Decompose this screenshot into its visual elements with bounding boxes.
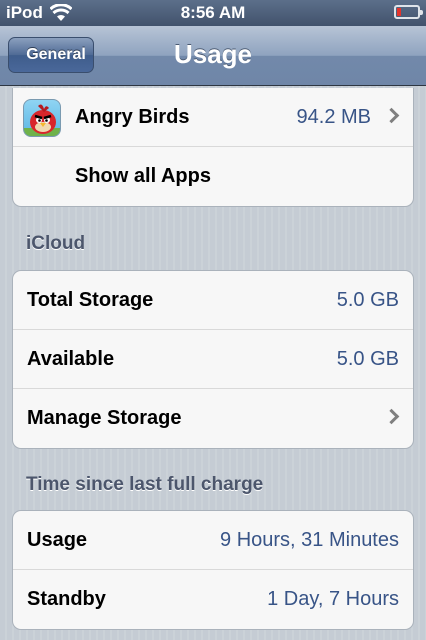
manage-storage-row[interactable]: Manage Storage <box>13 389 413 448</box>
available-row: Available 5.0 GB <box>13 330 413 389</box>
app-name: Angry Birds <box>75 106 190 128</box>
available-value: 5.0 GB <box>336 348 399 370</box>
usage-label: Usage <box>27 529 88 551</box>
usage-row: Usage 9 Hours, 31 Minutes <box>13 511 413 570</box>
icloud-group: Total Storage 5.0 GB Available 5.0 GB Ma… <box>12 270 414 449</box>
total-storage-value: 5.0 GB <box>336 289 399 311</box>
app-size: 94.2 MB <box>296 106 371 128</box>
chevron-right-icon <box>383 107 400 124</box>
charge-group: Usage 9 Hours, 31 Minutes Standby 1 Day,… <box>12 510 414 630</box>
section-header-charge: Time since last full charge <box>26 474 264 495</box>
manage-storage-label: Manage Storage <box>27 407 182 429</box>
total-storage-row: Total Storage 5.0 GB <box>13 271 413 330</box>
battery-icon <box>394 5 423 19</box>
total-storage-label: Total Storage <box>27 289 154 311</box>
show-all-apps-row[interactable]: Show all Apps <box>13 147 413 206</box>
status-time: 8:56 AM <box>180 3 246 22</box>
usage-value: 9 Hours, 31 Minutes <box>220 529 399 551</box>
show-all-apps-label: Show all Apps <box>75 165 211 187</box>
angry-birds-app-icon <box>23 99 61 137</box>
status-bar: iPod 8:56 AM <box>0 0 426 26</box>
apps-group: Angry Birds 94.2 MB Show all Apps <box>12 88 414 207</box>
standby-label: Standby <box>27 588 106 610</box>
standby-value: 1 Day, 7 Hours <box>267 588 399 610</box>
page-title: Usage <box>173 39 253 69</box>
navigation-bar: General Usage <box>0 26 426 86</box>
app-row-angry-birds[interactable]: Angry Birds 94.2 MB <box>13 88 413 147</box>
standby-row: Standby 1 Day, 7 Hours <box>13 570 413 629</box>
chevron-right-icon <box>383 408 400 425</box>
section-header-icloud: iCloud <box>26 233 86 254</box>
available-label: Available <box>27 348 115 370</box>
